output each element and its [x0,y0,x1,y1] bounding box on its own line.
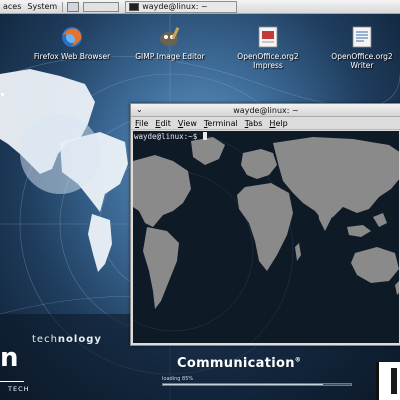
desktop-icon-label: Firefox Web Browser [33,52,111,61]
show-desktop-icon[interactable] [67,1,80,12]
desktop-icon-label: OpenOffice.org2 Writer [331,52,393,70]
wallpaper-rule [0,381,24,382]
writer-icon [349,25,375,49]
desktop-icon-writer[interactable]: OpenOffice.org2 Writer [320,25,400,70]
places-menu[interactable]: aces [0,0,24,14]
terminal-window[interactable]: ⌄ wayde@linux: ~ File Edit View Terminal… [130,103,400,346]
desktop-icon-impress[interactable]: OpenOffice.org2 Impress [226,25,310,70]
gimp-icon [157,25,183,49]
desktop-icon-label: OpenOffice.org2 Impress [237,52,299,70]
panel-separator [62,1,64,12]
terminal-title: wayde@linux: ~ [233,106,299,115]
impress-icon [255,25,281,49]
wallpaper-dot [1,93,4,96]
wallpaper-loading-text: loading 85% [162,376,194,382]
menu-terminal[interactable]: Terminal [204,119,238,128]
workspace-switcher[interactable] [83,1,120,12]
taskbar-terminal-button[interactable]: wayde@linux: ~ [125,0,238,13]
terminal-icon [129,2,140,11]
wallpaper-technology-text: technology [32,334,102,345]
top-panel: aces System wayde@linux: ~ [0,0,400,14]
desktop-icon-gimp[interactable]: GIMP Image Editor [128,25,212,61]
desktop-icon-label: GIMP Image Editor [135,52,205,61]
wallpaper-logo-box [376,362,400,400]
menu-help[interactable]: Help [269,119,287,128]
menu-tabs[interactable]: Tabs [245,119,263,128]
system-menu[interactable]: System [24,0,60,14]
loading-bar-fill [163,384,323,385]
terminal-prompt[interactable]: wayde@linux:~$ [134,132,207,141]
wallpaper-logo-letter: n [0,343,19,373]
terminal-body[interactable]: wayde@linux:~$ [133,131,399,343]
taskbar-terminal-label: wayde@linux: ~ [142,2,208,11]
terminal-titlebar[interactable]: ⌄ wayde@linux: ~ [131,104,400,117]
wallpaper-communication-text: Communication® [177,356,301,371]
registered-mark: ® [294,356,302,364]
prompt-text: wayde@linux:~$ [134,132,202,141]
wallpaper-loading-bar [162,383,352,386]
menu-view[interactable]: View [178,119,197,128]
firefox-icon [59,25,85,49]
technology-prefix: tech [32,334,58,345]
menu-file[interactable]: File [135,119,148,128]
terminal-menubar: File Edit View Terminal Tabs Help [131,117,400,130]
menu-edit[interactable]: Edit [155,119,171,128]
terminal-world-map-background [133,131,399,343]
text-cursor [202,132,207,140]
window-menu-icon[interactable]: ⌄ [136,104,143,116]
technology-suffix: nology [57,334,102,345]
communication-word: Communication [177,356,295,371]
wallpaper-tech-label: TECH [8,385,30,393]
desktop-icon-firefox[interactable]: Firefox Web Browser [30,25,114,61]
